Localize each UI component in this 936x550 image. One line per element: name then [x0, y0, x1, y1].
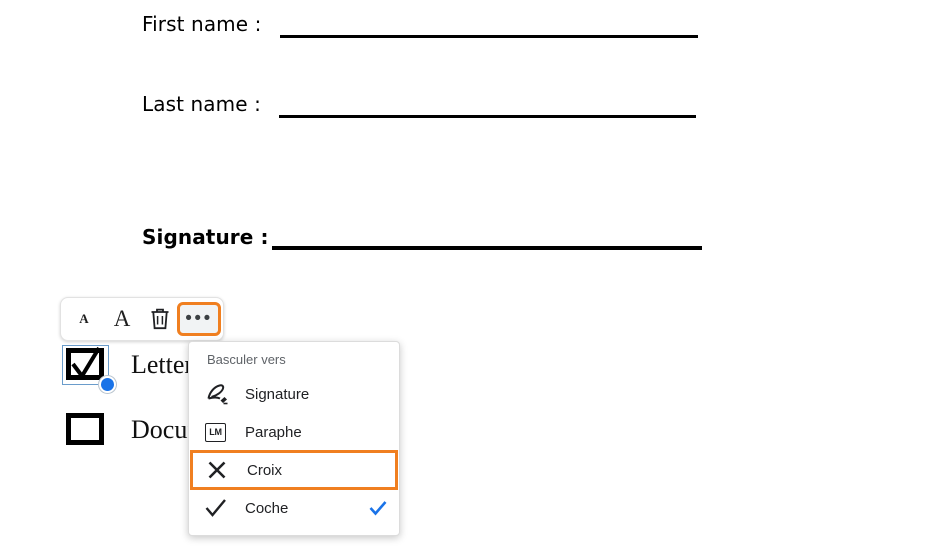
check-mark-icon: [71, 347, 101, 380]
small-a-icon: A: [79, 311, 89, 326]
more-dots-icon: •••: [185, 308, 213, 329]
initials-icon-text: LM: [205, 422, 226, 442]
signature-label: Signature :: [142, 225, 269, 249]
menu-item-paraphe-label: Paraphe: [245, 423, 302, 441]
switch-to-menu: Basculer vers Signature LM Paraphe Croix: [188, 341, 400, 536]
more-options-button[interactable]: •••: [177, 302, 221, 336]
decrease-font-size-button[interactable]: A: [65, 302, 103, 336]
element-edit-toolbar: A A •••: [60, 297, 224, 341]
menu-item-croix[interactable]: Croix: [190, 450, 398, 490]
trash-icon: [151, 308, 169, 330]
first-name-label: First name :: [142, 12, 262, 36]
first-name-field-row: First name :: [142, 12, 261, 36]
menu-item-paraphe[interactable]: LM Paraphe: [189, 413, 399, 451]
signature-underline: [272, 246, 702, 250]
menu-item-coche-label: Coche: [245, 499, 289, 517]
menu-item-coche[interactable]: Coche: [189, 489, 399, 527]
signature-field-row: Signature :: [142, 225, 269, 249]
checkbox-document-box: [66, 413, 104, 445]
last-name-field-row: Last name :: [142, 92, 261, 116]
initials-icon: LM: [205, 420, 231, 444]
increase-font-size-button[interactable]: A: [103, 302, 141, 336]
selected-check-icon: [369, 500, 387, 516]
first-name-underline: [280, 35, 698, 38]
checkbox-document[interactable]: [62, 410, 109, 450]
last-name-label: Last name :: [142, 92, 261, 116]
resize-handle[interactable]: [99, 376, 116, 393]
menu-item-signature-label: Signature: [245, 385, 310, 403]
last-name-underline: [279, 115, 696, 118]
menu-item-croix-label: Croix: [247, 461, 283, 479]
large-a-icon: A: [113, 306, 131, 331]
checkbox-letter[interactable]: [62, 345, 116, 393]
delete-button[interactable]: [141, 302, 179, 336]
menu-item-signature[interactable]: Signature: [189, 375, 399, 413]
menu-header-label: Basculer vers: [207, 352, 286, 367]
signature-pen-icon: [205, 382, 231, 406]
check-icon: [205, 496, 231, 520]
cross-icon: [207, 458, 233, 482]
